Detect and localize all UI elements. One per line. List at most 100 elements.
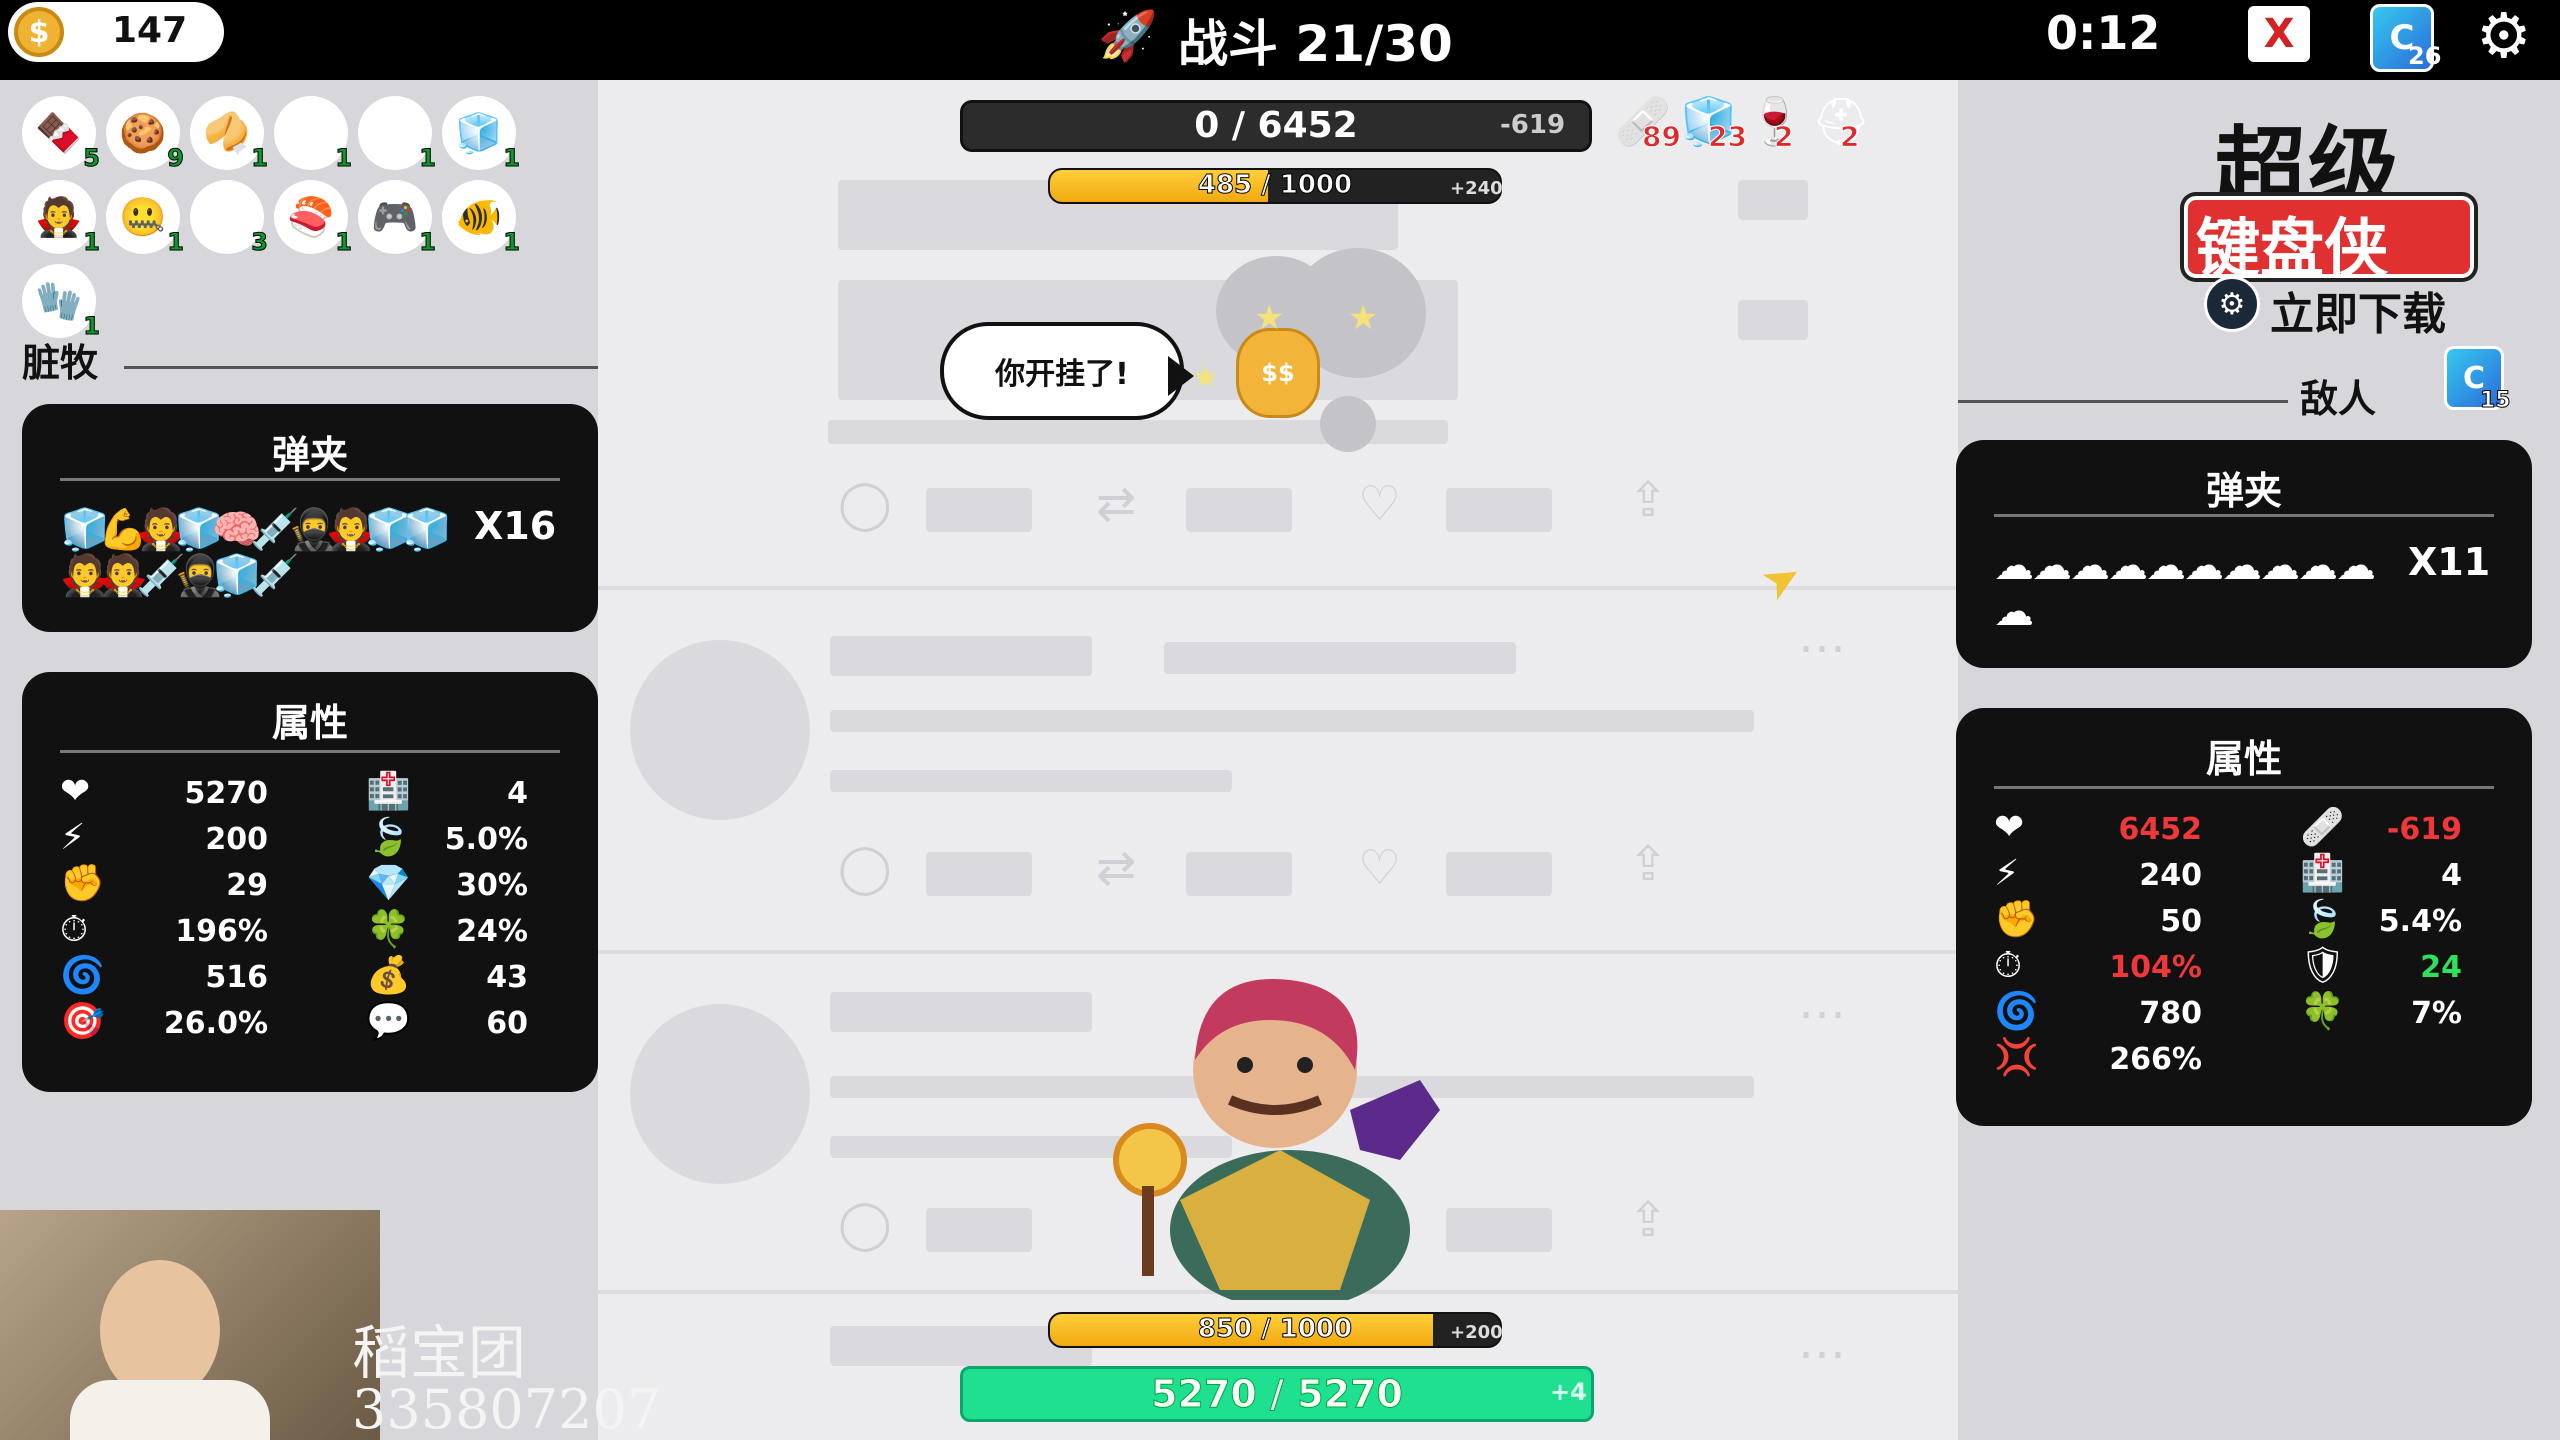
inventory-count: 3: [251, 228, 269, 257]
streamer-face: [100, 1260, 220, 1400]
stream-watermark-id: 335807207: [352, 1378, 662, 1440]
lightning-icon: ⚡: [1994, 853, 2020, 894]
divider: [124, 366, 598, 369]
game-controller-icon: 🎮: [371, 195, 419, 239]
inventory-slot[interactable]: 🍫 5: [22, 96, 100, 173]
vortex-icon: 🌀: [60, 955, 105, 996]
enemy-xp-bonus: +240: [1450, 178, 1503, 199]
attribute-value: 43: [486, 960, 528, 995]
feed-placeholder: [1186, 852, 1292, 896]
inventory-slot[interactable]: 🎮 1: [358, 180, 436, 257]
inventory-slot[interactable]: 🧤 1: [22, 264, 100, 341]
ammo-icon: ☁: [1994, 543, 2034, 589]
feed-placeholder: [1446, 1208, 1552, 1252]
enemy-magazine-panel: 弹夹 ☁ ☁ ☁ ☁ ☁ ☁ ☁ ☁ ☁ ☁ ☁ X11: [1956, 440, 2532, 668]
coin-icon: $: [14, 7, 64, 57]
lollipop-icon: [1113, 1123, 1187, 1197]
inventory-count: 1: [335, 144, 353, 173]
fist-icon: ✊: [60, 863, 105, 904]
share-icon: ⇪: [1628, 472, 1669, 528]
download-link[interactable]: 立即下载: [2270, 278, 2446, 342]
inventory-slot[interactable]: 🐠 1: [442, 180, 520, 257]
feed-divider: [598, 950, 1958, 954]
inventory-count: 1: [503, 228, 521, 257]
attribute-value: 24: [2420, 950, 2462, 985]
inventory-slot[interactable]: 🍣 1: [274, 180, 352, 257]
attribute-value: 240: [2139, 858, 2202, 893]
avatar: [630, 1004, 810, 1184]
like-icon: ♡: [1358, 840, 1402, 896]
divider: [1994, 786, 2494, 789]
chocolate-icon: 🍫: [35, 111, 83, 155]
ammo-icon: ☁: [2260, 543, 2300, 589]
share-icon: ⇪: [1628, 1192, 1669, 1248]
attribute-value: 200: [205, 822, 268, 857]
stopwatch-icon: ⏱: [60, 909, 89, 950]
rocket-icon: 🚀: [1098, 8, 1158, 64]
feed-placeholder: [1164, 642, 1516, 674]
inventory-slot[interactable]: 🍪 9: [106, 96, 184, 173]
inventory-count: 5: [83, 144, 101, 173]
inventory-slot[interactable]: 🧛 1: [22, 180, 100, 257]
ice-cube-icon: 🧊: [455, 111, 503, 155]
sushi-icon: 🍣: [287, 195, 335, 239]
scroll-icon[interactable]: X: [2248, 6, 2310, 62]
attribute-value: 4: [2441, 858, 2462, 893]
enemy-label: 敌人: [2300, 377, 2377, 421]
inventory-slot[interactable]: 🥠 1: [190, 96, 268, 173]
ammo-multiplier: X11: [2408, 540, 2491, 584]
enemy-attributes-panel: 属性 ❤ 6452 ⚡ 240 ✊ 50 ⏱ 104% 🌀 780 💢 266% 🩹 -619 🏥 4 🍃 5.4…: [1956, 708, 2532, 1126]
enemy-card-count: 15: [2480, 388, 2512, 414]
heart-icon: ❤: [1994, 807, 2025, 848]
divider: [1994, 514, 2494, 517]
ammo-icon: ☁: [2070, 543, 2110, 589]
like-icon: ♡: [1358, 476, 1402, 532]
inventory-count: 1: [503, 144, 521, 173]
coin-count: 147: [112, 10, 188, 51]
heart-icon: ❤: [60, 771, 91, 812]
status-count: 89: [1642, 120, 1682, 154]
glove-icon: 🧤: [35, 279, 83, 323]
more-icon: ⋯: [1798, 620, 1846, 676]
ammo-icon: ☁: [2108, 543, 2148, 589]
repost-icon: ⇄: [1096, 476, 1137, 532]
comment-icon: ◯: [838, 476, 892, 532]
vampire-icon: 🧛: [35, 195, 83, 239]
hero-glove: [1350, 1080, 1440, 1160]
feed-placeholder: [926, 1208, 1032, 1252]
panel-title: 属性: [271, 701, 348, 745]
gear-icon[interactable]: ⚙: [2476, 4, 2532, 68]
attribute-value: 516: [205, 960, 268, 995]
feed-placeholder: [926, 488, 1032, 532]
steam-icon[interactable]: ⚙: [2204, 276, 2260, 332]
more-icon: ⋯: [1798, 986, 1846, 1042]
attribute-value: 104%: [2109, 950, 2202, 985]
repost-icon: ⇄: [1096, 840, 1137, 896]
target-icon: 🎯: [60, 1001, 105, 1042]
attribute-value: 60: [486, 1006, 528, 1041]
medal-icon: 🎖: [370, 111, 420, 155]
inventory-count: 1: [83, 228, 101, 257]
ammo-icon: 🧊: [402, 507, 452, 553]
inventory-slot[interactable]: 🧊 1: [442, 96, 520, 173]
attribute-value: 5270: [184, 776, 269, 811]
divider: [60, 750, 560, 753]
feed-divider: [598, 586, 1958, 590]
inventory-slot[interactable]: 🤐 1: [106, 180, 184, 257]
fist-icon: ✊: [1994, 899, 2039, 940]
inventory-slot[interactable]: 🌶 3: [190, 180, 268, 257]
anger-icon: 💢: [1994, 1037, 2039, 1078]
panel-title: 属性: [2205, 737, 2282, 781]
share-icon: ⇪: [1628, 836, 1669, 892]
star-icon: ★: [1254, 298, 1285, 338]
star-icon: ★: [1192, 360, 1219, 395]
inventory-slot[interactable]: 🎖 1: [358, 96, 436, 173]
coin-counter: $ 147: [8, 2, 224, 62]
feed-placeholder: [1446, 852, 1552, 896]
attribute-value: 29: [226, 868, 268, 903]
status-count: 2: [1773, 120, 1794, 154]
ammo-icon: 💉: [250, 553, 300, 599]
hero-eye: [1297, 1057, 1313, 1073]
status-count: 2: [1839, 120, 1860, 154]
inventory-slot[interactable]: 🎟 1: [274, 96, 352, 173]
